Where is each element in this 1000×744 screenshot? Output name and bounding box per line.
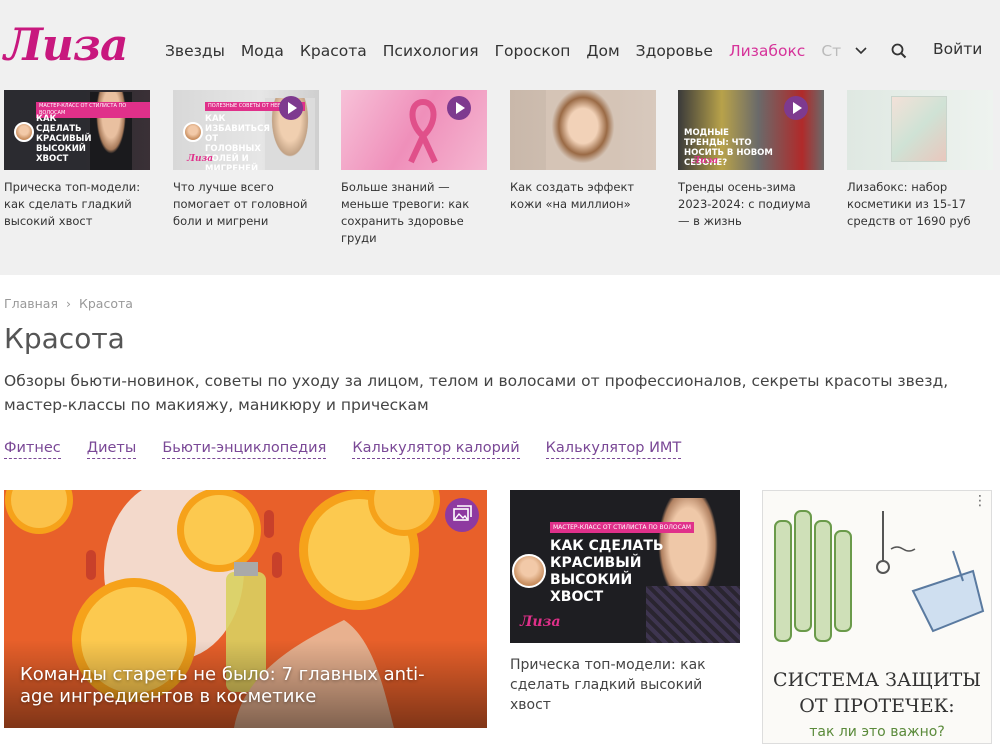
- ad-subline: так ли это важно?: [809, 724, 945, 740]
- radiator-illustration: [774, 510, 985, 642]
- card-thumbnail: [847, 90, 993, 170]
- card-thumbnail: МАСТЕР-КЛАСС ОТ СТИЛИСТА ПО ВОЛОСАМ КАК …: [510, 490, 740, 643]
- chip-fitness[interactable]: Фитнес: [4, 438, 61, 459]
- play-icon[interactable]: [279, 96, 303, 120]
- card-caption: Тренды осень-зима 2023-2024: с подиума —…: [678, 180, 811, 228]
- top-card[interactable]: ПОЛЕЗНЫЕ СОВЕТЫ ОТ НЕВРОЛОГА КАК ИЗБАВИТ…: [173, 90, 319, 230]
- nav-item-zdorovye[interactable]: Здоровье: [636, 42, 713, 60]
- chevron-down-icon[interactable]: [852, 42, 870, 60]
- breadcrumb-home[interactable]: Главная: [4, 296, 58, 311]
- avatar: [14, 122, 34, 142]
- ad-banner[interactable]: ⋮ СИСТЕМА ЗАЩИТЫ ОТ ПРОТЕЧЕК: так ли это…: [762, 490, 992, 744]
- nav-item-moda[interactable]: Мода: [241, 42, 284, 60]
- chip-calorie-calculator[interactable]: Калькулятор калорий: [352, 438, 520, 459]
- card-thumbnail: [341, 90, 487, 170]
- card-caption: Прическа топ-модели: как сделать гладкий…: [4, 180, 141, 228]
- top-card[interactable]: Больше знаний — меньше тревоги: как сохр…: [341, 90, 487, 247]
- breadcrumb: Главная › Красота: [4, 296, 133, 311]
- play-icon[interactable]: [784, 96, 808, 120]
- article-card[interactable]: МАСТЕР-КЛАСС ОТ СТИЛИСТА ПО ВОЛОСАМ КАК …: [510, 490, 740, 715]
- top-card[interactable]: Лизабокс: набор косметики из 15-17 средс…: [847, 90, 993, 230]
- feature-card[interactable]: Команды стареть не было: 7 главных anti-…: [4, 490, 487, 728]
- box-product-image: [891, 96, 947, 162]
- card-thumbnail: МАСТЕР-КЛАСС ОТ СТИЛИСТА ПО ВОЛОСАМ КАК …: [4, 90, 150, 170]
- login-link[interactable]: Войти: [933, 40, 982, 58]
- main-nav: Звезды Мода Красота Психология Гороскоп …: [165, 40, 841, 62]
- page-description: Обзоры бьюти-новинок, советы по уходу за…: [4, 372, 949, 414]
- nav-item-psihologiya[interactable]: Психология: [383, 42, 479, 60]
- card-caption: Лизабокс: набор косметики из 15-17 средс…: [847, 180, 971, 228]
- ad-headline-1: СИСТЕМА ЗАЩИТЫ: [773, 669, 981, 691]
- top-card[interactable]: МАСТЕР-КЛАСС ОТ СТИЛИСТА ПО ВОЛОСАМ КАК …: [4, 90, 150, 230]
- card-caption: Больше знаний — меньше тревоги: как сохр…: [341, 180, 470, 245]
- card-thumbnail: ПОЛЕЗНЫЕ СОВЕТЫ ОТ НЕВРОЛОГА КАК ИЗБАВИТ…: [173, 90, 319, 170]
- brand-logo: Лиза: [187, 154, 214, 164]
- feature-title[interactable]: Команды стареть не было: 7 главных anti-…: [20, 664, 440, 708]
- card-thumbnail: МОДНЫЕ ТРЕНДЫ: ЧТО НОСИТЬ В НОВОМ СЕЗОНЕ…: [678, 90, 824, 170]
- card-thumbnail: [510, 90, 656, 170]
- avatar: [512, 554, 546, 588]
- top-card[interactable]: МОДНЫЕ ТРЕНДЫ: ЧТО НОСИТЬ В НОВОМ СЕЗОНЕ…: [678, 90, 824, 230]
- ad-menu-icon[interactable]: ⋮: [973, 493, 987, 509]
- nav-item-lizaboks[interactable]: Лизабокс: [729, 42, 805, 60]
- subcategory-links: Фитнес Диеты Бьюти-энциклопедия Калькуля…: [4, 438, 707, 459]
- site-logo[interactable]: Лиза: [4, 16, 128, 76]
- gallery-badge-icon: [445, 498, 479, 532]
- video-tag: МАСТЕР-КЛАСС ОТ СТИЛИСТА ПО ВОЛОСАМ: [550, 522, 695, 533]
- woman-photo: [546, 90, 620, 170]
- nav-item-zvezdy[interactable]: Звезды: [165, 42, 225, 60]
- chip-beauty-encyclopedia[interactable]: Бьюти-энциклопедия: [162, 438, 327, 459]
- pink-ribbon-icon: [408, 99, 438, 164]
- search-icon[interactable]: [890, 42, 908, 60]
- breadcrumb-current: Красота: [79, 296, 133, 311]
- avatar: [183, 122, 203, 142]
- nav-item-krasota[interactable]: Красота: [300, 42, 367, 60]
- brand-logo: Лиза: [692, 156, 719, 166]
- chip-bmi-calculator[interactable]: Калькулятор ИМТ: [545, 438, 682, 459]
- card-caption: Как создать эффект кожи «на миллион»: [510, 180, 635, 211]
- nav-item-goroskop[interactable]: Гороскоп: [495, 42, 571, 60]
- brand-logo: Лиза: [520, 614, 561, 630]
- ad-headline-2: ОТ ПРОТЕЧЕК:: [799, 695, 955, 717]
- chip-diety[interactable]: Диеты: [86, 438, 137, 459]
- nav-item-cut-off[interactable]: Ст: [821, 42, 841, 60]
- thumb-title: КАК СДЕЛАТЬ КРАСИВЫЙ ВЫСОКИЙ ХВОСТ: [36, 114, 92, 164]
- play-icon[interactable]: [447, 96, 471, 120]
- thumb-title: КАК ИЗБАВИТЬСЯ ОТ ГОЛОВНЫХ БОЛЕЙ И МИГРЕ…: [205, 114, 270, 170]
- breadcrumb-separator: ›: [66, 296, 71, 311]
- card-caption: Что лучше всего помогает от головной бол…: [173, 180, 308, 228]
- nav-item-dom[interactable]: Дом: [586, 42, 619, 60]
- card-caption: Прическа топ-модели: как сделать гладкий…: [510, 657, 706, 713]
- thumb-title: КАК СДЕЛАТЬ КРАСИВЫЙ ВЫСОКИЙ ХВОСТ: [550, 538, 664, 605]
- page-title: Красота: [4, 322, 125, 355]
- top-card[interactable]: Как создать эффект кожи «на миллион»: [510, 90, 656, 213]
